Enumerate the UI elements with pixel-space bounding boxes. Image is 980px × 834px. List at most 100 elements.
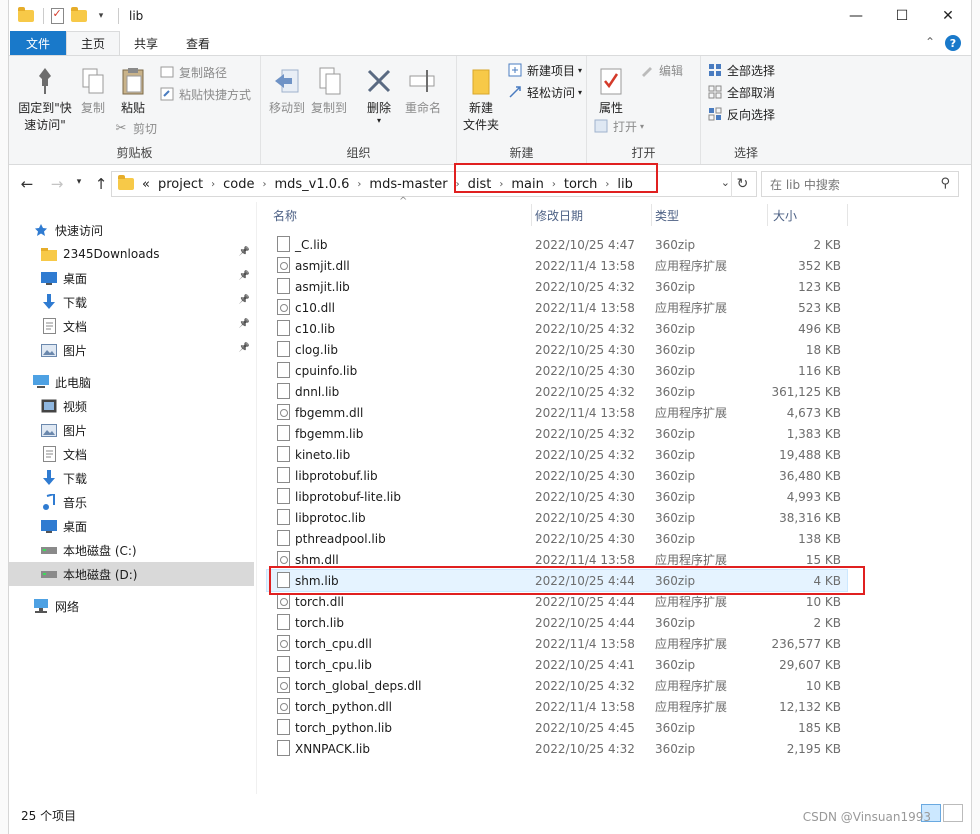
file-row[interactable]: torch.dll 2022/10/25 4:44 应用程序扩展 10 KB	[267, 591, 847, 612]
breadcrumb-torch[interactable]: torch	[564, 177, 598, 192]
tab-file[interactable]: 文件	[10, 31, 67, 55]
column-header-type[interactable]: 类型	[655, 202, 767, 228]
file-row[interactable]: torch_python.lib 2022/10/25 4:45 360zip 185…	[267, 717, 847, 738]
recent-dropdown-icon[interactable]: ▾	[67, 177, 91, 187]
file-row[interactable]: torch.lib 2022/10/25 4:44 360zip 2 KB	[267, 612, 847, 633]
sidebar-item[interactable]: 图片	[9, 418, 254, 442]
chevron-right-icon[interactable]: ›	[552, 179, 556, 190]
copy-button[interactable]: 复制	[75, 64, 111, 117]
open-button[interactable]: 打开 ▾	[593, 116, 644, 136]
minimize-button[interactable]: —	[833, 0, 879, 31]
breadcrumb-mds-version[interactable]: mds_v1.0.6	[274, 177, 349, 192]
tab-home[interactable]: 主页	[66, 31, 121, 55]
breadcrumb-project[interactable]: project	[158, 177, 203, 192]
file-row[interactable]: torch_global_deps.dll 2022/10/25 4:32 应用程序…	[267, 675, 847, 696]
file-row[interactable]: asmjit.dll 2022/11/4 13:58 应用程序扩展 352 KB	[267, 255, 847, 276]
sidebar-item[interactable]: 快速访问	[9, 218, 254, 242]
copy-to-button[interactable]: 复制到	[309, 64, 349, 117]
delete-button[interactable]: 删除 ▾	[361, 64, 397, 125]
search-icon[interactable]: ⚲	[940, 176, 950, 191]
properties-button[interactable]: 属性	[593, 64, 629, 117]
back-arrow-icon[interactable]: ←	[15, 175, 39, 193]
file-row[interactable]: torch_python.dll 2022/11/4 13:58 应用程序扩展 12,…	[267, 696, 847, 717]
new-item-button[interactable]: 新建项目 ▾	[507, 60, 582, 80]
file-row[interactable]: clog.lib 2022/10/25 4:30 360zip 18 KB	[267, 339, 847, 360]
file-row[interactable]: libprotoc.lib 2022/10/25 4:30 360zip 38,316…	[267, 507, 847, 528]
easy-access-button[interactable]: 轻松访问 ▾	[507, 82, 582, 102]
sidebar-item[interactable]: 网络	[9, 594, 254, 618]
file-row[interactable]: fbgemm.dll 2022/11/4 13:58 应用程序扩展 4,673 KB	[267, 402, 847, 423]
address-bar[interactable]: « project › code › mds_v1.0.6 › mds-master ›…	[111, 171, 757, 197]
close-button[interactable]: ✕	[925, 0, 971, 31]
sidebar-item[interactable]: 此电脑	[9, 370, 254, 394]
customize-toolbar-icon[interactable]: ▾	[92, 7, 110, 25]
file-row[interactable]: pthreadpool.lib 2022/10/25 4:30 360zip 138 …	[267, 528, 847, 549]
breadcrumb-dist[interactable]: dist	[468, 177, 492, 192]
file-row[interactable]: shm.dll 2022/11/4 13:58 应用程序扩展 15 KB	[267, 549, 847, 570]
file-row[interactable]: c10.lib 2022/10/25 4:32 360zip 496 KB	[267, 318, 847, 339]
select-none-button[interactable]: 全部取消	[707, 82, 775, 102]
sidebar-item[interactable]: 文档 📌	[9, 314, 254, 338]
select-all-button[interactable]: 全部选择	[707, 60, 775, 80]
chevron-right-icon[interactable]: ›	[211, 179, 215, 190]
file-row[interactable]: asmjit.lib 2022/10/25 4:32 360zip 123 KB	[267, 276, 847, 297]
large-icons-view-icon[interactable]	[943, 804, 963, 822]
maximize-button[interactable]: ☐	[879, 0, 925, 31]
sidebar-item[interactable]: 下载	[9, 466, 254, 490]
chevron-right-icon[interactable]: ›	[499, 179, 503, 190]
tab-share[interactable]: 共享	[120, 31, 172, 55]
tab-view[interactable]: 查看	[172, 31, 224, 55]
file-row[interactable]: XNNPACK.lib 2022/10/25 4:32 360zip 2,195 KB	[267, 738, 847, 759]
forward-arrow-icon[interactable]: →	[45, 175, 69, 193]
breadcrumb-lib[interactable]: lib	[617, 177, 632, 192]
edit-button[interactable]: 编辑	[639, 60, 683, 80]
sidebar-item[interactable]: 本地磁盘 (C:)	[9, 538, 254, 562]
file-row[interactable]: cpuinfo.lib 2022/10/25 4:30 360zip 116 KB	[267, 360, 847, 381]
chevron-right-icon[interactable]: ›	[605, 179, 609, 190]
file-row[interactable]: libprotobuf.lib 2022/10/25 4:30 360zip 36,4…	[267, 465, 847, 486]
new-folder-button[interactable]: 新建 文件夹	[461, 64, 501, 134]
file-row[interactable]: torch_cpu.dll 2022/11/4 13:58 应用程序扩展 236,57…	[267, 633, 847, 654]
file-row[interactable]: fbgemm.lib 2022/10/25 4:32 360zip 1,383 KB	[267, 423, 847, 444]
search-input[interactable]: 在 lib 中搜索 ⚲	[761, 171, 959, 197]
copy-path-button[interactable]: 复制路径	[159, 62, 227, 82]
properties-icon[interactable]	[48, 7, 66, 25]
sidebar-item[interactable]: 文档	[9, 442, 254, 466]
move-to-button[interactable]: 移动到	[267, 64, 307, 117]
column-header-name[interactable]: 名称 ^	[273, 196, 531, 228]
delete-dropdown-icon[interactable]: ▾	[377, 117, 381, 125]
chevron-up-icon[interactable]: ⌃	[925, 35, 935, 51]
breadcrumb-code[interactable]: code	[223, 177, 254, 192]
breadcrumb-overflow[interactable]: «	[142, 177, 150, 192]
refresh-icon[interactable]: ↻	[731, 171, 753, 197]
paste-button[interactable]: 粘贴	[115, 64, 151, 117]
rename-button[interactable]: 重命名	[401, 64, 445, 117]
file-row[interactable]: torch_cpu.lib 2022/10/25 4:41 360zip 29,607…	[267, 654, 847, 675]
file-row[interactable]: _C.lib 2022/10/25 4:47 360zip 2 KB	[267, 234, 847, 255]
sidebar-item[interactable]: 视频	[9, 394, 254, 418]
chevron-right-icon[interactable]: ›	[262, 179, 266, 190]
file-row[interactable]: kineto.lib 2022/10/25 4:32 360zip 19,488 KB	[267, 444, 847, 465]
cut-button[interactable]: ✂ 剪切	[113, 118, 157, 138]
sidebar-item[interactable]: 下载 📌	[9, 290, 254, 314]
breadcrumb-mds-master[interactable]: mds-master	[369, 177, 447, 192]
file-row[interactable]: libprotobuf-lite.lib 2022/10/25 4:30 360zi…	[267, 486, 847, 507]
sidebar-item[interactable]: 2345Downloads 📌	[9, 242, 254, 266]
chevron-right-icon[interactable]: ›	[456, 179, 460, 190]
sidebar-item[interactable]: 图片 📌	[9, 338, 254, 362]
invert-selection-button[interactable]: 反向选择	[707, 104, 775, 124]
sidebar-item[interactable]: 桌面	[9, 514, 254, 538]
up-arrow-icon[interactable]: ↑	[89, 175, 113, 193]
sidebar-item[interactable]: 音乐	[9, 490, 254, 514]
file-row[interactable]: shm.lib 2022/10/25 4:44 360zip 4 KB	[266, 569, 848, 592]
column-header-date[interactable]: 修改日期	[535, 202, 653, 228]
column-header-size[interactable]: 大小	[773, 202, 847, 228]
new-folder-icon[interactable]	[70, 6, 88, 25]
chevron-right-icon[interactable]: ›	[357, 179, 361, 190]
file-row[interactable]: c10.dll 2022/11/4 13:58 应用程序扩展 523 KB	[267, 297, 847, 318]
help-icon[interactable]: ?	[945, 35, 961, 51]
paste-shortcut-button[interactable]: 粘贴快捷方式	[159, 84, 251, 104]
address-dropdown-icon[interactable]: ⌄	[721, 176, 730, 189]
file-row[interactable]: dnnl.lib 2022/10/25 4:32 360zip 361,125 KB	[267, 381, 847, 402]
sidebar-item[interactable]: 桌面 📌	[9, 266, 254, 290]
